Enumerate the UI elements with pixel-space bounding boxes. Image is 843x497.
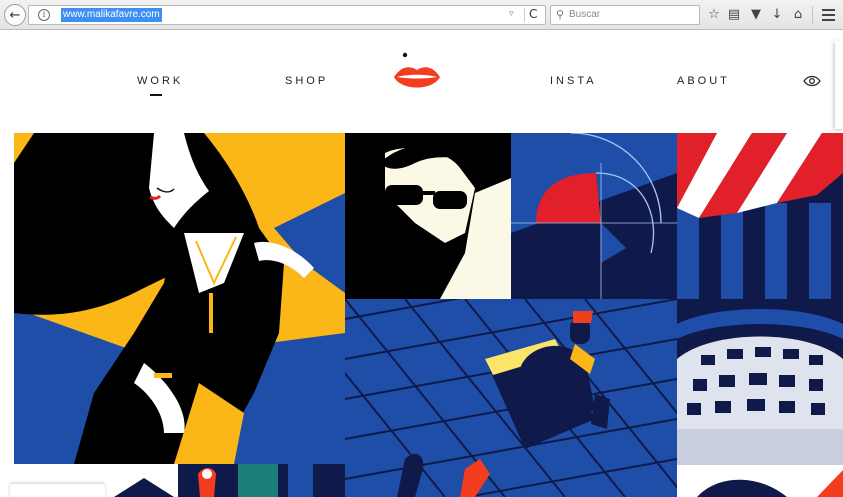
illustration-bottom-right-partial[interactable] (677, 465, 843, 497)
reading-list-icon[interactable]: ▤ (726, 6, 742, 24)
search-icon: ⚲ (556, 8, 565, 21)
hamburger-menu-icon[interactable] (822, 9, 835, 24)
illustration-man-sunglasses[interactable] (345, 133, 511, 299)
bottom-middle-art (178, 464, 345, 497)
striped-awning-art (677, 133, 843, 299)
address-bar[interactable]: i www.malikafavre.com ▿ C (28, 5, 546, 25)
side-drawer-edge (835, 41, 843, 129)
nav-about-link[interactable]: ABOUT (677, 75, 730, 87)
dome-building-art (677, 299, 843, 465)
back-arrow-icon[interactable]: ← (4, 4, 26, 26)
url-divider (524, 8, 525, 22)
search-input[interactable]: Buscar (569, 9, 600, 20)
man-sunglasses-art (345, 133, 511, 299)
download-icon[interactable]: ↓ (769, 6, 785, 24)
nav-shop-link[interactable]: SHOP (285, 75, 328, 87)
nav-work-link[interactable]: WORK (137, 75, 183, 87)
nav-insta-link[interactable]: INSTA (550, 75, 597, 87)
url-text[interactable]: www.malikafavre.com (61, 8, 162, 22)
illustration-bottom-middle-partial[interactable] (178, 464, 345, 497)
active-nav-indicator (150, 94, 162, 96)
reload-icon[interactable]: C (529, 7, 537, 21)
browser-toolbar: ← i www.malikafavre.com ▿ C ⚲ Buscar ☆ ▤… (0, 0, 843, 30)
site-header: WORK SHOP INSTA ABOUT (0, 31, 843, 131)
bookmark-star-icon[interactable]: ☆ (706, 6, 722, 24)
search-bar[interactable]: ⚲ Buscar (550, 5, 700, 25)
illustration-woman-with-dog[interactable] (14, 133, 345, 464)
illustration-striped-awning[interactable] (677, 133, 843, 299)
info-icon[interactable]: i (38, 9, 50, 21)
home-icon[interactable]: ⌂ (790, 6, 806, 24)
golden-ratio-art (511, 133, 677, 299)
cookie-notice-tab[interactable] (10, 484, 105, 497)
illustration-golden-ratio[interactable] (511, 133, 677, 299)
chevron-down-icon[interactable]: ▿ (509, 9, 514, 19)
bottom-right-art (677, 465, 843, 497)
pocket-icon[interactable]: ▼ (748, 6, 764, 24)
illustration-woman-on-bench[interactable] (345, 299, 677, 497)
toolbar-divider (812, 6, 813, 24)
woman-with-dog-art (14, 133, 345, 464)
red-lips-logo[interactable] (392, 50, 442, 100)
woman-on-bench-art (345, 299, 677, 497)
illustration-dome-building[interactable] (677, 299, 843, 465)
eye-icon[interactable] (803, 75, 821, 87)
